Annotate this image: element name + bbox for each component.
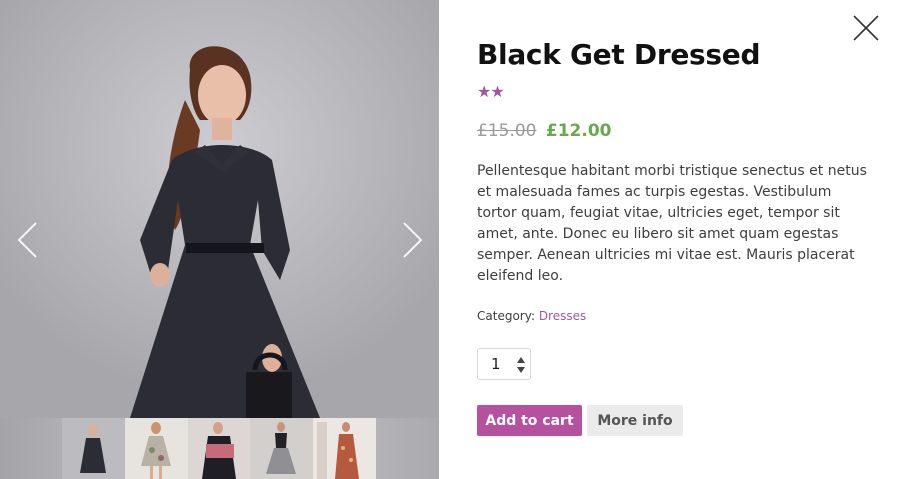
price: £15.00 £12.00 — [477, 121, 612, 141]
add-to-cart-button[interactable]: Add to cart — [477, 405, 582, 436]
thumbnail-1[interactable] — [62, 418, 125, 479]
product-main-image — [0, 0, 439, 418]
product-title: Black Get Dressed — [477, 38, 761, 71]
product-description: Pellentesque habitant morbi tristique se… — [477, 163, 867, 284]
chevron-left-icon[interactable] — [14, 220, 44, 260]
product-gallery — [0, 0, 439, 479]
category-link[interactable]: Dresses — [539, 309, 586, 323]
old-price: £15.00 — [477, 121, 537, 141]
spinner-icon[interactable] — [516, 355, 526, 375]
rating-stars: ★★ — [477, 82, 505, 101]
chevron-right-icon[interactable] — [396, 220, 426, 260]
more-info-button[interactable]: More info — [587, 405, 683, 436]
thumbnail-5[interactable] — [313, 418, 376, 479]
thumbnail-3[interactable] — [187, 418, 251, 479]
product-meta: Category: Dresses — [477, 309, 586, 323]
quantity-stepper[interactable]: 1 — [477, 348, 531, 380]
thumbnail-2[interactable] — [124, 418, 188, 479]
quantity-value[interactable]: 1 — [491, 355, 501, 373]
category-label: Category: — [477, 309, 535, 323]
thumbnail-4[interactable] — [250, 418, 314, 479]
thumbnail-strip — [62, 418, 376, 479]
close-icon[interactable] — [852, 14, 880, 42]
sale-price: £12.00 — [545, 121, 612, 141]
